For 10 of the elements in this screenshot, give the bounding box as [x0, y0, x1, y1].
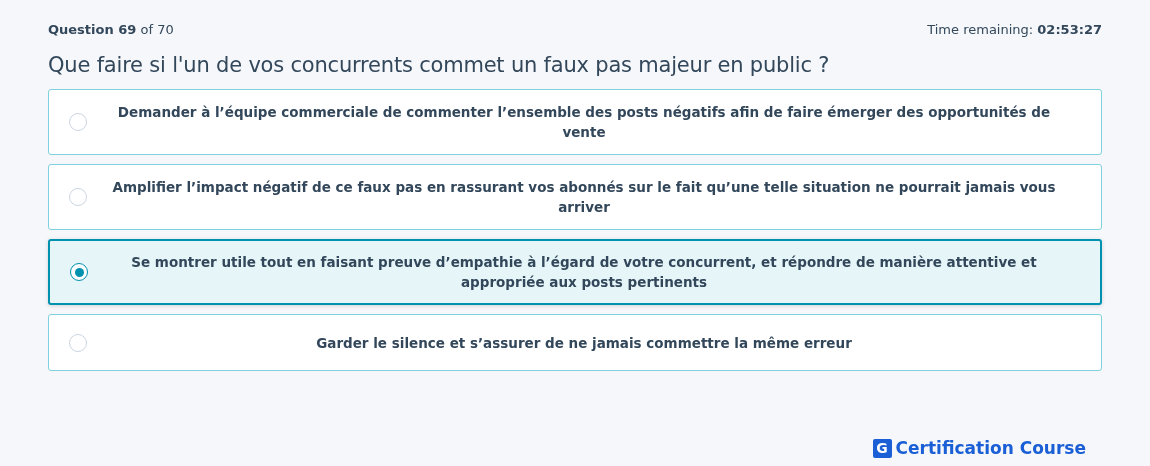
logo-mark: G — [872, 438, 892, 458]
question-counter: Question 69 of 70 — [48, 22, 174, 37]
time-remaining: Time remaining: 02:53:27 — [927, 22, 1102, 37]
answer-option[interactable]: Se montrer utile tout en faisant preuve d’empathie à l’égard de votre concurrent, et répondre de manière attentive et appropriée aux posts pertinents — [48, 239, 1102, 305]
radio-button[interactable] — [70, 263, 88, 281]
answer-option[interactable]: Garder le silence et s’assurer de ne jamais commettre la même erreur — [48, 314, 1102, 371]
answer-option[interactable]: Demander à l’équipe commerciale de commenter l’ensemble des posts négatifs afin de faire émerger des opportunités de vente — [48, 89, 1102, 155]
brand-name: Certification Course — [895, 438, 1086, 458]
answer-option[interactable]: Amplifier l’impact négatif de ce faux pas en rassurant vos abonnés sur le fait qu’une telle situation ne pourrait jamais vous arriver — [48, 164, 1102, 230]
question-text: Que faire si l'un de vos concurrents commet un faux pas majeur en public ? — [48, 53, 831, 77]
